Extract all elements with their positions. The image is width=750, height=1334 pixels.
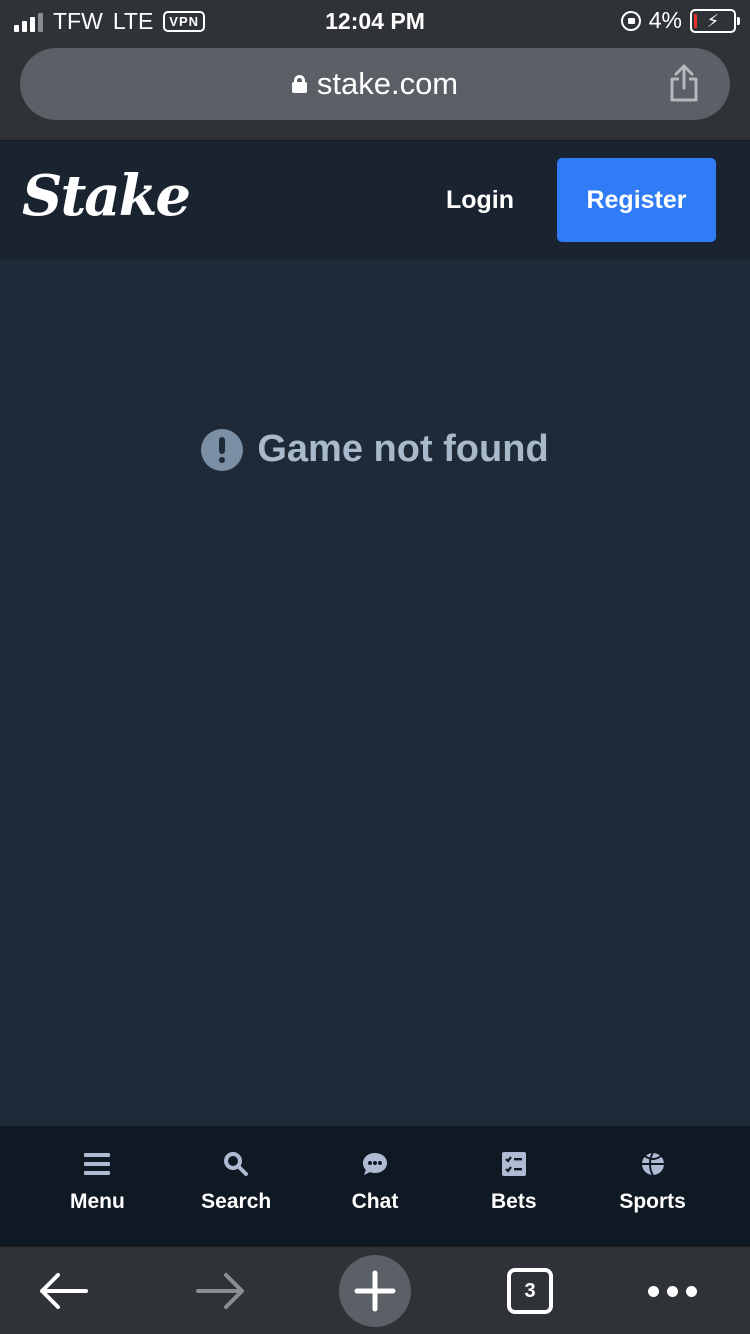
new-tab-button[interactable] <box>338 1255 412 1327</box>
rotation-lock-icon <box>620 10 641 31</box>
tab-switcher-button[interactable]: 3 <box>494 1255 566 1327</box>
search-icon <box>222 1150 250 1178</box>
forward-arrow-icon <box>196 1273 244 1309</box>
main-content: Game not found <box>0 260 750 1126</box>
nav-item-menu[interactable]: Menu <box>37 1126 157 1246</box>
more-dot-icon <box>685 1285 697 1297</box>
forward-button[interactable] <box>184 1255 256 1327</box>
url-text: stake.com <box>316 66 459 101</box>
menu-icon <box>83 1150 111 1178</box>
nav-label: Sports <box>619 1190 686 1213</box>
address-bar[interactable]: stake.com <box>20 48 730 120</box>
share-icon[interactable] <box>668 64 700 102</box>
url-display: stake.com <box>291 66 459 102</box>
battery-percent: 4% <box>648 7 682 33</box>
nav-label: Search <box>201 1190 272 1213</box>
chat-icon <box>361 1150 389 1178</box>
nav-label: Menu <box>69 1190 125 1213</box>
nav-label: Bets <box>491 1190 537 1213</box>
browser-toolbar: 3 <box>0 1246 750 1334</box>
battery-icon: ⚡ <box>690 8 740 33</box>
padlock-icon <box>291 75 307 93</box>
nav-item-search[interactable]: Search <box>176 1126 296 1246</box>
more-dot-icon <box>647 1285 659 1297</box>
bets-icon <box>500 1150 528 1178</box>
nav-label: Chat <box>351 1190 399 1213</box>
tab-count: 3 <box>507 1268 553 1314</box>
register-button[interactable]: Register <box>557 158 716 242</box>
nav-item-chat[interactable]: Chat <box>315 1126 435 1246</box>
more-options-button[interactable] <box>636 1255 708 1327</box>
bottom-navigation: Menu Search Chat Bets Sports <box>0 1126 750 1246</box>
sports-icon <box>639 1150 667 1178</box>
status-bar: TFW LTE VPN 12:04 PM 4% ⚡ <box>0 0 750 42</box>
browser-chrome-top: TFW LTE VPN 12:04 PM 4% ⚡ stake.com <box>0 0 750 141</box>
nav-item-bets[interactable]: Bets <box>454 1126 574 1246</box>
plus-icon <box>339 1255 411 1327</box>
game-not-found-notice: Game not found <box>0 428 750 471</box>
more-dot-icon <box>666 1285 678 1297</box>
status-right: 4% ⚡ <box>620 7 740 34</box>
error-message: Game not found <box>257 428 549 470</box>
exclamation-icon <box>201 428 244 471</box>
site-header: Stake Login Register <box>0 141 750 260</box>
back-button[interactable] <box>28 1255 100 1327</box>
back-arrow-icon <box>40 1273 88 1309</box>
stake-logo[interactable]: Stake <box>22 163 191 229</box>
nav-item-sports[interactable]: Sports <box>593 1126 713 1246</box>
login-button[interactable]: Login <box>420 158 540 242</box>
